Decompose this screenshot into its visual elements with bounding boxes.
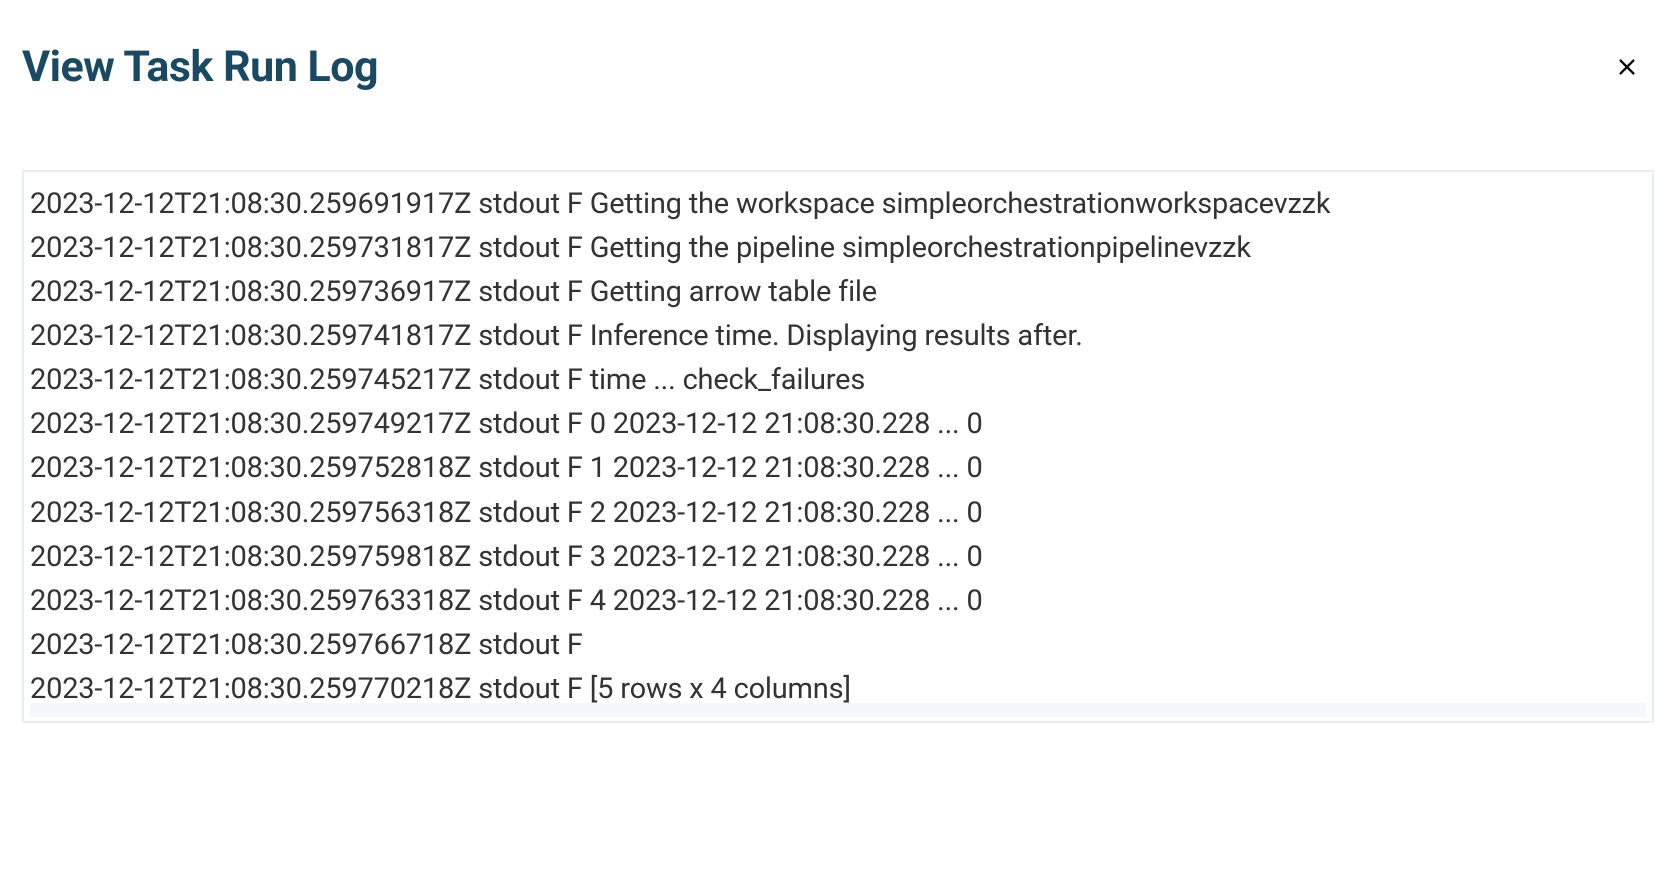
log-line: 2023-12-12T21:08:30.259759818Z stdout F …	[30, 535, 1646, 579]
log-line: 2023-12-12T21:08:30.259741817Z stdout F …	[30, 314, 1646, 358]
dialog-header: View Task Run Log	[0, 0, 1676, 92]
log-output-container: 2023-12-12T21:08:30.259691917Z stdout F …	[22, 170, 1654, 723]
log-line: 2023-12-12T21:08:30.259752818Z stdout F …	[30, 446, 1646, 490]
log-line: 2023-12-12T21:08:30.259691917Z stdout F …	[30, 182, 1646, 226]
log-line: 2023-12-12T21:08:30.259731817Z stdout F …	[30, 226, 1646, 270]
log-line: 2023-12-12T21:08:30.259749217Z stdout F …	[30, 402, 1646, 446]
log-lines: 2023-12-12T21:08:30.259691917Z stdout F …	[30, 182, 1646, 711]
log-line: 2023-12-12T21:08:30.259763318Z stdout F …	[30, 579, 1646, 623]
log-line: 2023-12-12T21:08:30.259756318Z stdout F …	[30, 491, 1646, 535]
log-line: 2023-12-12T21:08:30.259736917Z stdout F …	[30, 270, 1646, 314]
dialog-title: View Task Run Log	[22, 42, 378, 92]
close-button[interactable]	[1608, 48, 1646, 86]
log-line: 2023-12-12T21:08:30.259745217Z stdout F …	[30, 358, 1646, 402]
log-line: 2023-12-12T21:08:30.259766718Z stdout F	[30, 623, 1646, 667]
close-icon	[1616, 56, 1638, 78]
horizontal-scroll-track[interactable]	[30, 703, 1646, 717]
